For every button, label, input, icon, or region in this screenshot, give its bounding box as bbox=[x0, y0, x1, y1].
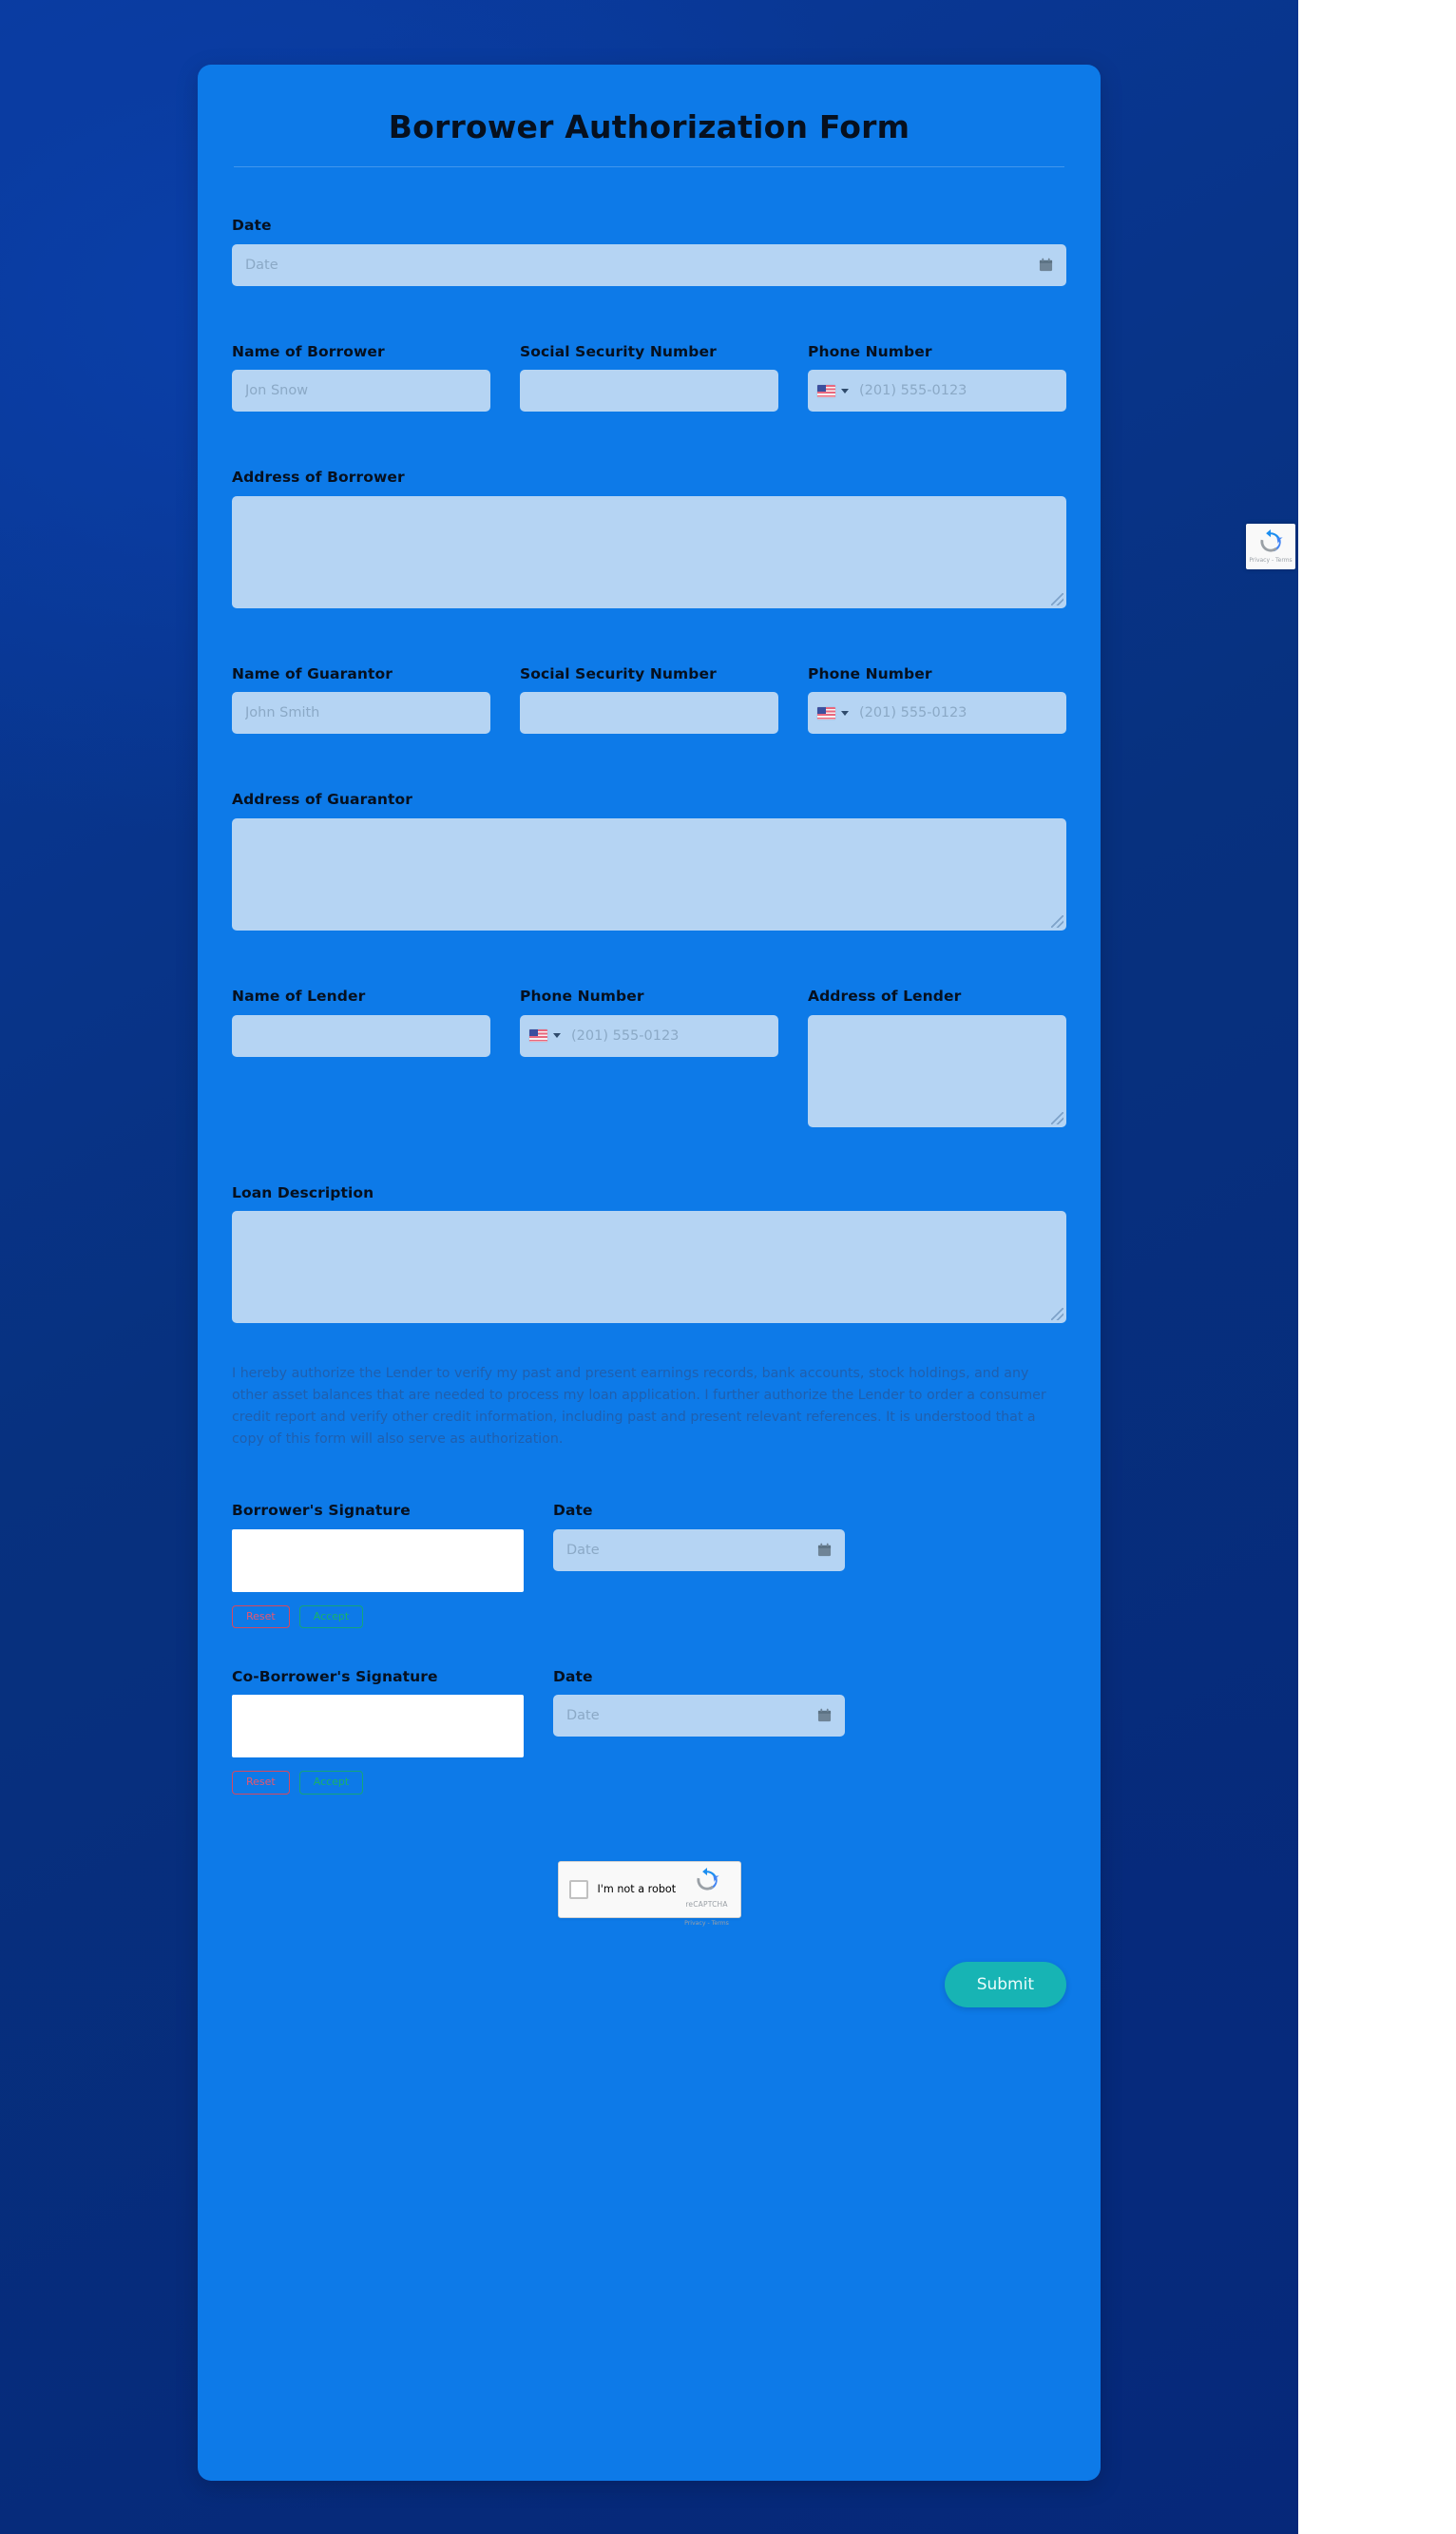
loan-description-textarea[interactable] bbox=[232, 1211, 1066, 1324]
coborrower-signature-date-group: Date bbox=[553, 1668, 845, 1795]
borrower-name-group: Name of Borrower bbox=[232, 343, 490, 413]
recaptcha-logo-icon bbox=[1260, 529, 1283, 552]
chevron-down-icon[interactable] bbox=[841, 388, 849, 394]
borrower-phone-group: Phone Number (201) 555-0123 bbox=[808, 343, 1066, 413]
coborrower-signature-row: Co-Borrower's Signature Reset Accept Dat… bbox=[232, 1668, 1066, 1795]
recaptcha-brand-name: reCAPTCHA bbox=[685, 1899, 728, 1909]
lender-phone-group: Phone Number (201) 555-0123 bbox=[520, 988, 778, 1127]
recaptcha-floating-badge[interactable]: Privacy - Terms bbox=[1246, 524, 1295, 569]
page-title: Borrower Authorization Form bbox=[388, 108, 910, 145]
coborrower-signature-accept-button[interactable]: Accept bbox=[298, 1771, 364, 1795]
coborrower-signature-date-wrapper bbox=[553, 1695, 845, 1737]
guarantor-ssn-group: Social Security Number bbox=[520, 665, 778, 735]
lender-address-label: Address of Lender bbox=[808, 987, 962, 1005]
guarantor-phone-input[interactable]: (201) 555-0123 bbox=[808, 692, 1066, 735]
borrower-signature-date-input[interactable] bbox=[553, 1528, 845, 1571]
borrower-signature-buttons: Reset Accept bbox=[232, 1604, 524, 1628]
borrower-phone-input[interactable]: (201) 555-0123 bbox=[808, 370, 1066, 413]
lender-name-input[interactable] bbox=[232, 1014, 490, 1057]
borrower-phone-placeholder: (201) 555-0123 bbox=[859, 383, 967, 399]
lender-phone-input[interactable]: (201) 555-0123 bbox=[520, 1014, 778, 1057]
date-input[interactable] bbox=[232, 243, 1066, 286]
coborrower-signature-group: Co-Borrower's Signature Reset Accept bbox=[232, 1668, 524, 1795]
submit-button[interactable]: Submit bbox=[944, 1961, 1066, 2007]
date-input-wrapper bbox=[232, 243, 1066, 286]
borrower-signature-label: Borrower's Signature bbox=[232, 1502, 411, 1520]
borrower-address-textarea[interactable] bbox=[232, 495, 1066, 608]
date-field-group: Date bbox=[232, 217, 1066, 286]
coborrower-signature-reset-button[interactable]: Reset bbox=[232, 1771, 290, 1795]
borrower-signature-pad[interactable] bbox=[232, 1528, 524, 1592]
browser-viewport: Borrower Authorization Form Date Date Na… bbox=[0, 0, 1298, 2534]
guarantor-phone-label: Phone Number bbox=[808, 664, 932, 682]
guarantor-phone-group: Phone Number (201) 555-0123 bbox=[808, 665, 1066, 735]
borrower-signature-reset-button[interactable]: Reset bbox=[232, 1604, 290, 1628]
lender-address-textarea[interactable] bbox=[808, 1014, 1066, 1127]
borrower-identity-row: Name of Borrower Social Security Number … bbox=[232, 343, 1066, 413]
guarantor-address-wrapper bbox=[232, 817, 1066, 931]
loan-description-label: Loan Description bbox=[232, 1183, 374, 1201]
coborrower-signature-buttons: Reset Accept bbox=[232, 1771, 524, 1795]
guarantor-ssn-label: Social Security Number bbox=[520, 664, 717, 682]
coborrower-signature-pad[interactable] bbox=[232, 1695, 524, 1758]
borrower-ssn-input[interactable] bbox=[520, 370, 778, 413]
loan-description-wrapper bbox=[232, 1211, 1066, 1324]
page-root: Borrower Authorization Form Date Date Na… bbox=[0, 0, 1456, 2534]
lender-phone-label: Phone Number bbox=[520, 987, 644, 1005]
us-flag-icon bbox=[817, 706, 835, 720]
borrower-address-label: Address of Borrower bbox=[232, 469, 405, 487]
recaptcha-brand: reCAPTCHA Privacy - Terms bbox=[681, 1867, 733, 1929]
lender-phone-placeholder: (201) 555-0123 bbox=[571, 1027, 680, 1044]
us-flag-icon bbox=[817, 384, 835, 397]
chevron-down-icon[interactable] bbox=[841, 710, 849, 716]
recaptcha-label: I'm not a robot bbox=[597, 1883, 677, 1896]
borrower-signature-accept-button[interactable]: Accept bbox=[298, 1604, 364, 1628]
borrower-ssn-group: Social Security Number bbox=[520, 343, 778, 413]
recaptcha-widget[interactable]: I'm not a robot reCAPTCHA Privacy - Term… bbox=[557, 1860, 741, 1927]
recaptcha-logo-icon bbox=[696, 1867, 719, 1891]
authorization-statement: I hereby authorize the Lender to verify … bbox=[232, 1366, 1046, 1448]
borrower-authorization-form-card: Borrower Authorization Form Date Date Na… bbox=[198, 65, 1101, 2481]
chevron-down-icon[interactable] bbox=[553, 1033, 561, 1039]
guarantor-phone-placeholder: (201) 555-0123 bbox=[859, 705, 967, 721]
borrower-ssn-label: Social Security Number bbox=[520, 342, 717, 360]
recaptcha-terms-link[interactable]: Privacy - Terms bbox=[684, 1920, 729, 1927]
borrower-signature-row: Borrower's Signature Reset Accept Date bbox=[232, 1502, 1066, 1628]
borrower-address-wrapper bbox=[232, 495, 1066, 608]
borrower-signature-group: Borrower's Signature Reset Accept bbox=[232, 1502, 524, 1628]
date-label: Date bbox=[232, 217, 272, 234]
lender-name-group: Name of Lender bbox=[232, 988, 490, 1127]
guarantor-address-group: Address of Guarantor bbox=[232, 791, 1066, 931]
submit-row: Submit bbox=[232, 1961, 1066, 2007]
recaptcha-checkbox[interactable] bbox=[568, 1879, 588, 1899]
title-divider bbox=[234, 166, 1064, 167]
guarantor-name-group: Name of Guarantor bbox=[232, 665, 490, 735]
borrower-signature-date-label: Date bbox=[553, 1502, 593, 1520]
borrower-name-label: Name of Borrower bbox=[232, 342, 385, 360]
borrower-phone-label: Phone Number bbox=[808, 342, 932, 360]
guarantor-address-textarea[interactable] bbox=[232, 817, 1066, 931]
us-flag-icon bbox=[529, 1029, 547, 1043]
lender-row: Name of Lender Phone Number (201) 555-01… bbox=[232, 988, 1066, 1127]
coborrower-signature-date-label: Date bbox=[553, 1667, 593, 1685]
coborrower-signature-date-input[interactable] bbox=[553, 1695, 845, 1737]
guarantor-identity-row: Name of Guarantor Social Security Number… bbox=[232, 665, 1066, 735]
guarantor-ssn-input[interactable] bbox=[520, 692, 778, 735]
lender-address-wrapper bbox=[808, 1014, 1066, 1127]
guarantor-name-input[interactable] bbox=[232, 692, 490, 735]
loan-description-group: Loan Description bbox=[232, 1184, 1066, 1324]
lender-address-group: Address of Lender bbox=[808, 988, 1066, 1127]
borrower-address-group: Address of Borrower bbox=[232, 469, 1066, 608]
recaptcha-area: I'm not a robot reCAPTCHA Privacy - Term… bbox=[232, 1860, 1066, 1927]
lender-name-label: Name of Lender bbox=[232, 987, 366, 1005]
recaptcha-badge-terms[interactable]: Privacy - Terms bbox=[1249, 557, 1292, 564]
borrower-signature-date-group: Date bbox=[553, 1502, 845, 1628]
coborrower-signature-label: Co-Borrower's Signature bbox=[232, 1667, 438, 1685]
guarantor-address-label: Address of Guarantor bbox=[232, 791, 413, 809]
borrower-name-input[interactable] bbox=[232, 370, 490, 413]
guarantor-name-label: Name of Guarantor bbox=[232, 664, 393, 682]
borrower-signature-date-wrapper bbox=[553, 1528, 845, 1571]
